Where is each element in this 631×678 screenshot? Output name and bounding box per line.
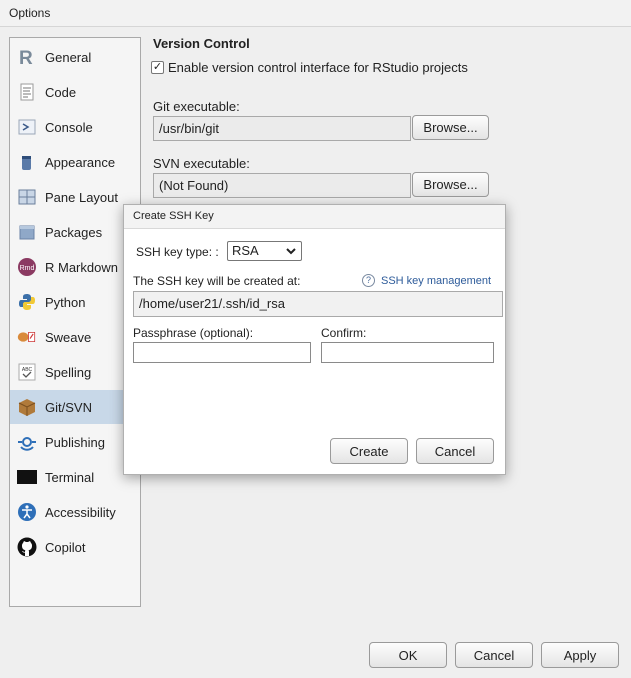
paint-bucket-icon — [17, 152, 37, 172]
ssh-location-label: The SSH key will be created at: — [133, 274, 301, 288]
ok-button[interactable]: OK — [369, 642, 447, 668]
confirm-label: Confirm: — [321, 326, 367, 340]
sidebar-item-label: Pane Layout — [45, 190, 119, 205]
sidebar-item-accessibility[interactable]: Accessibility — [10, 495, 140, 529]
apply-button[interactable]: Apply — [541, 642, 619, 668]
spellcheck-icon: ABC — [17, 362, 37, 382]
sidebar-item-code[interactable]: Code — [10, 75, 140, 109]
confirm-passphrase-field[interactable] — [321, 342, 494, 363]
cancel-button[interactable]: Cancel — [455, 642, 533, 668]
sidebar-item-appearance[interactable]: Appearance — [10, 145, 140, 179]
sidebar-item-label: Appearance — [45, 155, 116, 170]
sidebar-item-sweave[interactable]: Sweave — [10, 320, 140, 354]
publish-icon — [17, 432, 37, 452]
svn-executable-label: SVN executable: — [153, 156, 250, 171]
svg-text:Rmd: Rmd — [20, 265, 35, 272]
window-title: Options — [0, 0, 631, 27]
svn-browse-button[interactable]: Browse... — [412, 172, 489, 197]
ssh-key-type-select[interactable]: RSA — [227, 241, 302, 261]
sidebar-item-pane-layout[interactable]: Pane Layout — [10, 180, 140, 214]
sidebar-item-label: Terminal — [45, 470, 95, 485]
terminal-icon — [17, 467, 37, 487]
sweave-icon — [17, 327, 37, 347]
enable-vcs-label: Enable version control interface for RSt… — [168, 60, 468, 75]
git-executable-label: Git executable: — [153, 99, 240, 114]
sidebar-item-label: Git/SVN — [45, 400, 92, 415]
git-browse-button[interactable]: Browse... — [412, 115, 489, 140]
git-executable-field[interactable]: /usr/bin/git — [153, 116, 411, 141]
sidebar-item-python[interactable]: Python — [10, 285, 140, 319]
sidebar-item-label: Console — [45, 120, 93, 135]
rmd-icon: Rmd — [17, 257, 37, 277]
sidebar-item-packages[interactable]: Packages — [10, 215, 140, 249]
sidebar-item-label: Sweave — [45, 330, 92, 345]
sidebar-item-publishing[interactable]: Publishing — [10, 425, 140, 459]
section-title: Version Control — [153, 36, 250, 51]
svg-text:R: R — [19, 48, 33, 67]
passphrase-field[interactable] — [133, 342, 311, 363]
sidebar-item-label: Packages — [45, 225, 103, 240]
sidebar-item-r-markdown[interactable]: Rmd R Markdown — [10, 250, 140, 284]
help-icon: ? — [362, 274, 375, 287]
r-logo-icon: R — [17, 47, 37, 67]
sidebar-item-label: Spelling — [45, 365, 92, 380]
sidebar-item-label: Python — [45, 295, 86, 310]
code-document-icon — [17, 82, 37, 102]
pane-layout-icon — [17, 187, 37, 207]
sidebar-item-copilot[interactable]: Copilot — [10, 530, 140, 564]
sidebar-item-label: General — [45, 50, 92, 65]
create-ssh-key-dialog: Create SSH Key SSH key type: : RSA The S… — [123, 204, 506, 475]
sidebar-item-spelling[interactable]: ABC Spelling — [10, 355, 140, 389]
sidebar-item-label: Copilot — [45, 540, 86, 555]
passphrase-label: Passphrase (optional): — [133, 326, 254, 340]
chevron-down-icon — [285, 244, 297, 258]
sidebar-item-label: Publishing — [45, 435, 105, 450]
help-link-text: SSH key management — [381, 274, 492, 287]
sidebar-item-terminal[interactable]: Terminal — [10, 460, 140, 494]
python-logo-icon — [17, 292, 37, 312]
options-sidebar: R General Code Console Appearance Pane L… — [9, 37, 141, 607]
sidebar-item-general[interactable]: R General — [10, 40, 140, 74]
sidebar-item-label: R Markdown — [45, 260, 118, 275]
sidebar-item-label: Code — [45, 85, 77, 100]
ssh-key-management-link[interactable]: ? SSH key management — [362, 274, 491, 287]
ssh-location-field[interactable]: /home/user21/.ssh/id_rsa — [133, 291, 503, 317]
sidebar-item-console[interactable]: Console — [10, 110, 140, 144]
svn-executable-field[interactable]: (Not Found) — [153, 173, 411, 198]
sidebar-item-git-svn[interactable]: Git/SVN — [10, 390, 140, 424]
sidebar-item-label: Accessibility — [45, 505, 116, 520]
github-logo-icon — [17, 537, 37, 557]
enable-vcs-checkbox[interactable]: ✓ — [151, 61, 164, 74]
console-prompt-icon — [17, 117, 37, 137]
package-box-icon — [17, 222, 37, 242]
ssh-key-type-label: SSH key type: : — [136, 245, 219, 259]
create-button[interactable]: Create — [330, 438, 408, 464]
ssh-key-type-value: RSA — [232, 243, 259, 258]
git-box-icon — [17, 397, 37, 417]
dialog-cancel-button[interactable]: Cancel — [416, 438, 494, 464]
accessibility-icon — [17, 502, 37, 522]
dialog-title: Create SSH Key — [124, 205, 505, 229]
